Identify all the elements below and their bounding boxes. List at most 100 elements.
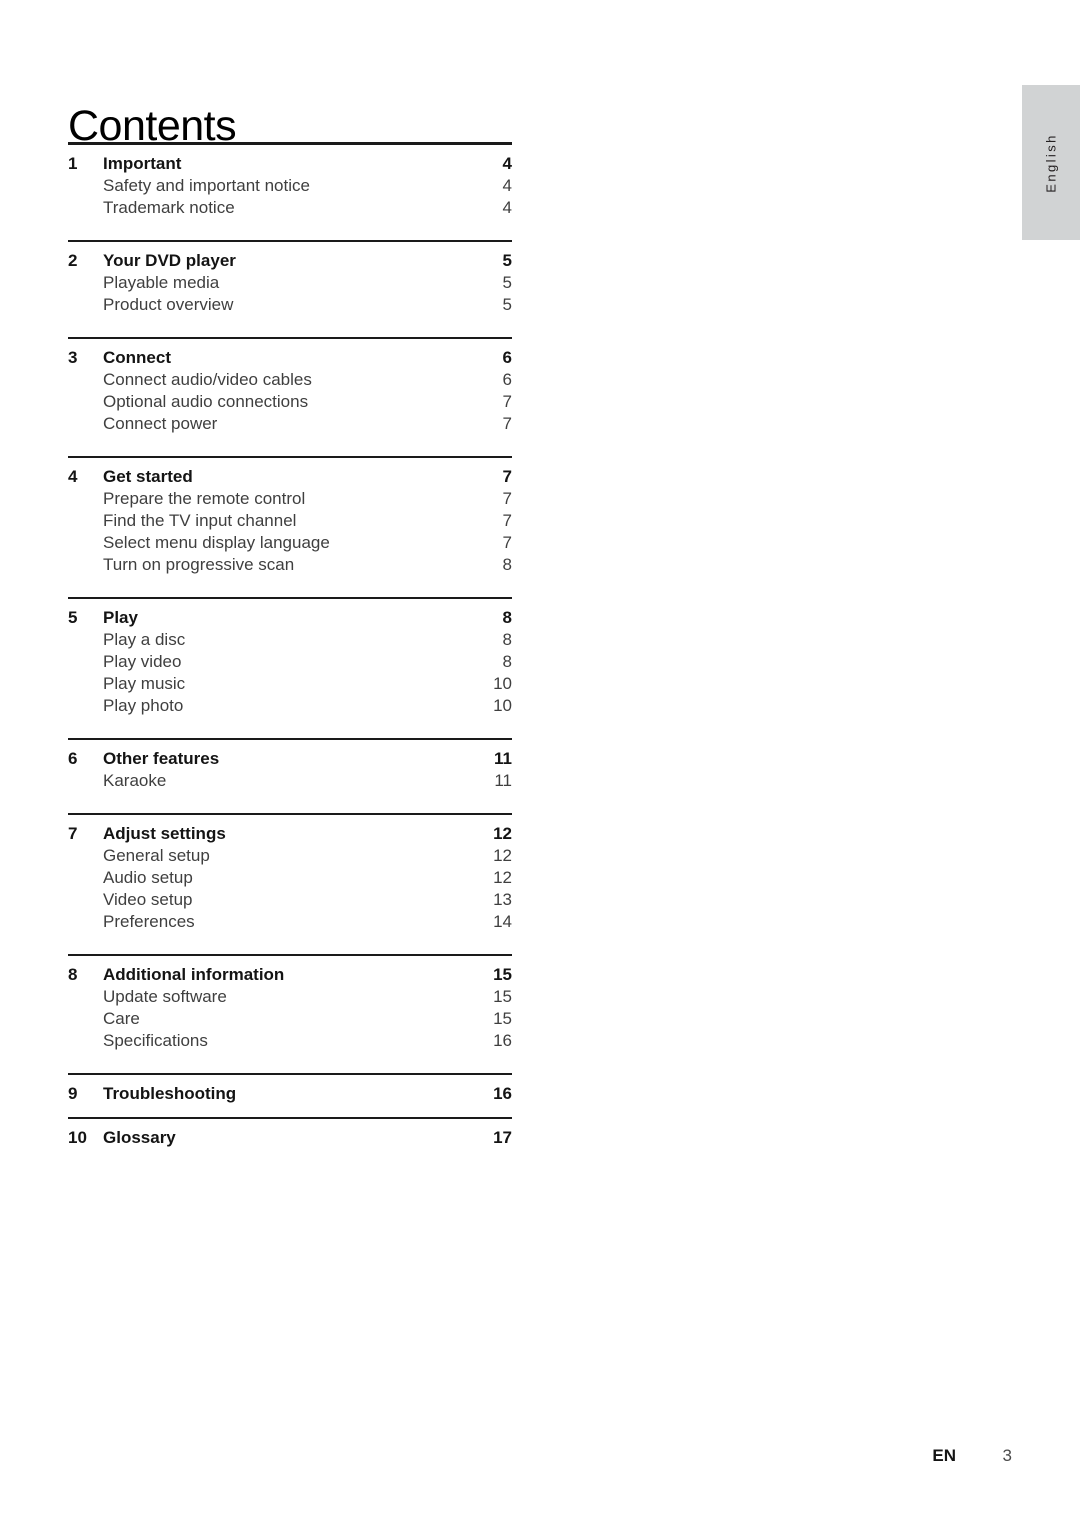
toc-section-title: Additional information xyxy=(103,965,285,984)
toc-section: 10 Glossary 17 xyxy=(68,1117,512,1149)
toc-entry-row[interactable]: Playable media 5 xyxy=(68,272,512,294)
toc-entry-page: 7 xyxy=(502,392,512,411)
toc-section-title: Troubleshooting xyxy=(103,1084,237,1103)
toc-section: 4 Get started 7 Prepare the remote control 7… xyxy=(68,456,512,576)
toc-entry-row[interactable]: Product overview 5 xyxy=(68,294,512,316)
toc-entry-row[interactable]: Care 15 xyxy=(68,1008,512,1030)
toc-entry-page: 12 xyxy=(493,868,512,887)
toc-entry-label: Video setup xyxy=(103,890,193,909)
toc-entry-label: Play music xyxy=(103,674,186,693)
toc-section: 5 Play 8 Play a disc 8 Play video 8 Play music 1… xyxy=(68,597,512,717)
toc-section-page: 6 xyxy=(502,348,512,367)
toc-entry-row[interactable]: Find the TV input channel 7 xyxy=(68,510,512,532)
toc-section-number: 6 xyxy=(68,749,78,768)
toc-entry-row[interactable]: Safety and important notice 4 xyxy=(68,175,512,197)
toc-section-number: 8 xyxy=(68,965,78,984)
footer-locale: EN xyxy=(932,1446,956,1465)
toc-section-number: 10 xyxy=(68,1128,87,1147)
toc-entry-page: 7 xyxy=(502,511,512,530)
toc-section-row[interactable]: 1 Important 4 xyxy=(68,145,512,175)
toc-entry-page: 8 xyxy=(502,652,512,671)
toc-entry-row[interactable]: Turn on progressive scan 8 xyxy=(68,554,512,576)
toc-section-row[interactable]: 10 Glossary 17 xyxy=(68,1119,512,1149)
toc-section-page: 17 xyxy=(493,1128,512,1147)
toc-entry-label: Preferences xyxy=(103,912,195,931)
toc-entry-label: Karaoke xyxy=(103,771,167,790)
table-of-contents: 1 Important 4 Safety and important notice 4 T… xyxy=(68,142,512,1149)
toc-entry-page: 4 xyxy=(502,176,512,195)
toc-entry-row[interactable]: Play photo 10 xyxy=(68,695,512,717)
toc-section-title: Play xyxy=(103,608,138,627)
toc-entry-row[interactable]: Update software 15 xyxy=(68,986,512,1008)
toc-entry-row[interactable]: Prepare the remote control 7 xyxy=(68,488,512,510)
toc-entry-label: Play video xyxy=(103,652,182,671)
toc-entry-page: 12 xyxy=(493,846,512,865)
toc-section-row[interactable]: 5 Play 8 xyxy=(68,599,512,629)
toc-entry-page: 8 xyxy=(502,630,512,649)
toc-entry-page: 15 xyxy=(493,987,512,1006)
toc-entry-row[interactable]: Optional audio connections 7 xyxy=(68,391,512,413)
toc-section-row[interactable]: 4 Get started 7 xyxy=(68,458,512,488)
toc-section: 6 Other features 11 Karaoke 11 xyxy=(68,738,512,792)
toc-section-row[interactable]: 6 Other features 11 xyxy=(68,740,512,770)
toc-section: 1 Important 4 Safety and important notice 4 T… xyxy=(68,142,512,219)
toc-entry-page: 4 xyxy=(502,198,512,217)
toc-entry-label: Specifications xyxy=(103,1031,208,1050)
toc-entry-label: General setup xyxy=(103,846,210,865)
toc-entry-row[interactable]: General setup 12 xyxy=(68,845,512,867)
toc-section-row[interactable]: 9 Troubleshooting 16 xyxy=(68,1075,512,1105)
toc-section-row[interactable]: 3 Connect 6 xyxy=(68,339,512,369)
toc-section-number: 2 xyxy=(68,251,78,270)
toc-section-row[interactable]: 8 Additional information 15 xyxy=(68,956,512,986)
toc-entry-row[interactable]: Connect audio/video cables 6 xyxy=(68,369,512,391)
toc-entry-page: 5 xyxy=(502,273,512,292)
toc-entry-label: Product overview xyxy=(103,295,234,314)
toc-entry-page: 7 xyxy=(502,414,512,433)
toc-entry-label: Audio setup xyxy=(103,868,193,887)
language-tab-label: English xyxy=(1043,132,1059,193)
toc-entry-page: 15 xyxy=(493,1009,512,1028)
toc-section-title: Your DVD player xyxy=(103,251,236,270)
toc-section-page: 5 xyxy=(502,251,512,270)
toc-entry-row[interactable]: Trademark notice 4 xyxy=(68,197,512,219)
toc-entry-row[interactable]: Karaoke 11 xyxy=(68,770,512,792)
toc-entry-row[interactable]: Connect power 7 xyxy=(68,413,512,435)
toc-entry-row[interactable]: Select menu display language 7 xyxy=(68,532,512,554)
toc-section-number: 1 xyxy=(68,154,78,173)
toc-entry-label: Optional audio connections xyxy=(103,392,309,411)
toc-section: 2 Your DVD player 5 Playable media 5 Product … xyxy=(68,240,512,316)
toc-section-row[interactable]: 7 Adjust settings 12 xyxy=(68,815,512,845)
toc-entry-label: Prepare the remote control xyxy=(103,489,306,508)
toc-entry-label: Update software xyxy=(103,987,227,1006)
toc-section: 7 Adjust settings 12 General setup 12 Audio s… xyxy=(68,813,512,933)
toc-entry-label: Connect audio/video cables xyxy=(103,370,312,389)
toc-entry-row[interactable]: Audio setup 12 xyxy=(68,867,512,889)
document-page: English Contents 1 Important 4 Safety and i… xyxy=(0,0,1080,1527)
toc-entry-label: Turn on progressive scan xyxy=(103,555,295,574)
toc-section-title: Important xyxy=(103,154,182,173)
toc-entry-row[interactable]: Play music 10 xyxy=(68,673,512,695)
toc-section-title: Connect xyxy=(103,348,171,367)
toc-section-number: 9 xyxy=(68,1084,78,1103)
toc-entry-page: 10 xyxy=(493,696,512,715)
toc-entry-row[interactable]: Play a disc 8 xyxy=(68,629,512,651)
toc-section-page: 16 xyxy=(493,1084,512,1103)
toc-section: 3 Connect 6 Connect audio/video cables 6 Opti… xyxy=(68,337,512,435)
toc-entry-label: Play photo xyxy=(103,696,184,715)
toc-section-title: Adjust settings xyxy=(103,824,226,843)
toc-entry-row[interactable]: Specifications 16 xyxy=(68,1030,512,1052)
toc-entry-label: Connect power xyxy=(103,414,218,433)
toc-section-title: Other features xyxy=(103,749,220,768)
toc-entry-row[interactable]: Play video 8 xyxy=(68,651,512,673)
page-footer: EN 3 xyxy=(0,1446,1012,1466)
toc-entry-row[interactable]: Preferences 14 xyxy=(68,911,512,933)
toc-section-row[interactable]: 2 Your DVD player 5 xyxy=(68,242,512,272)
toc-section-number: 7 xyxy=(68,824,78,843)
toc-entry-row[interactable]: Video setup 13 xyxy=(68,889,512,911)
